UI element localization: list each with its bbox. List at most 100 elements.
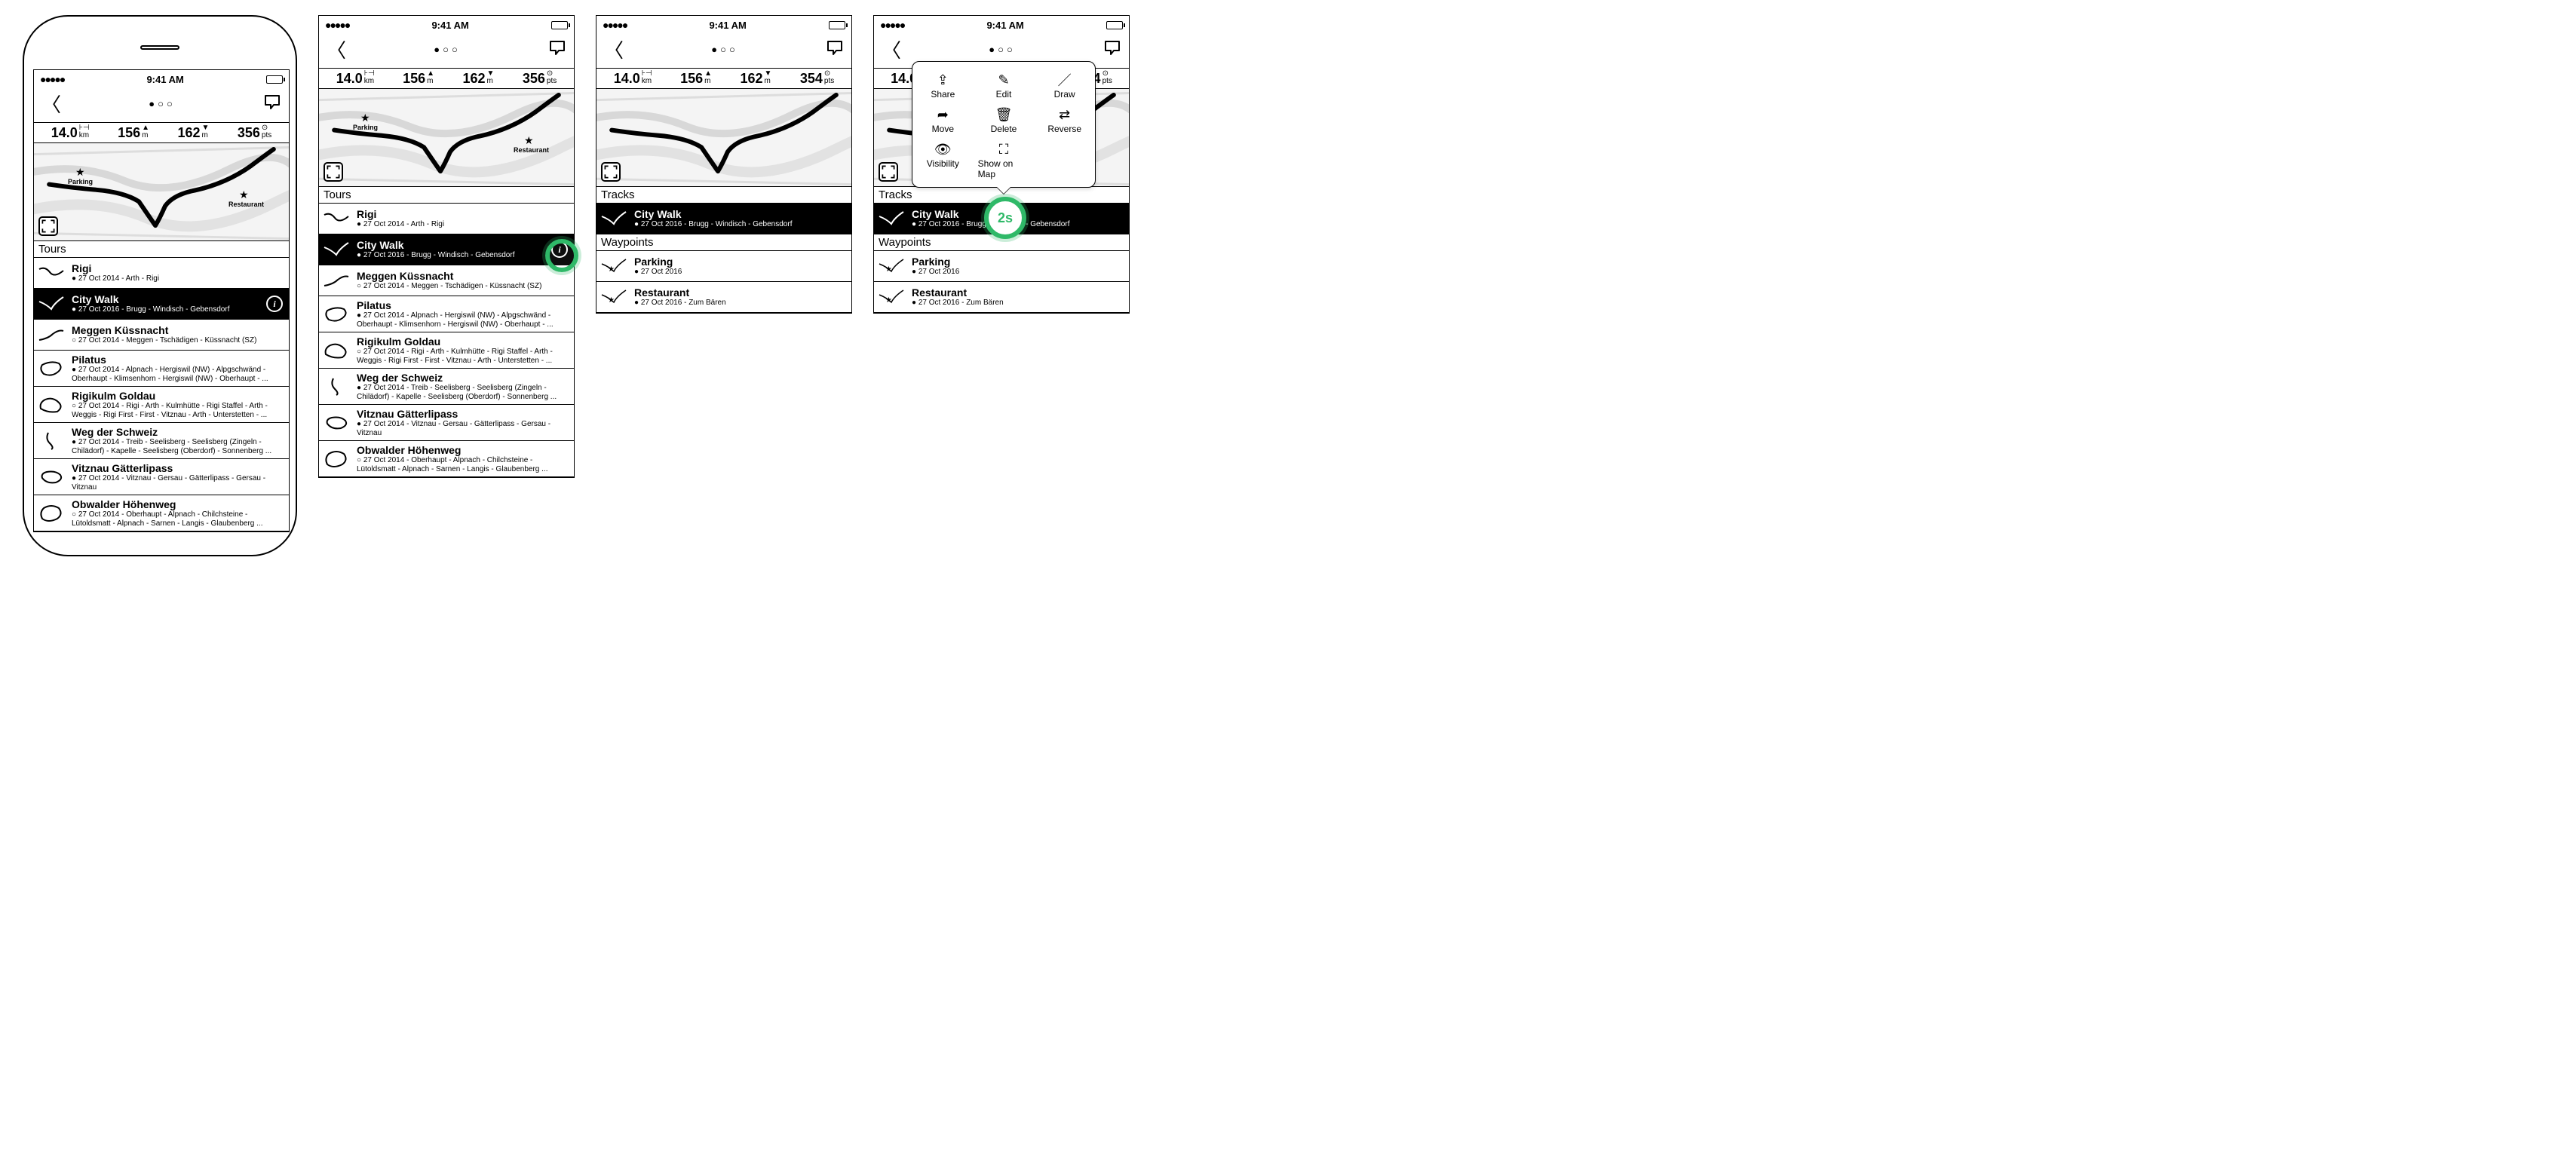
section-tours: Tours (34, 241, 289, 258)
tour-item[interactable]: Rigi● 27 Oct 2014 - Arth - Rigi (34, 258, 289, 289)
page-indicator[interactable]: ●○○ (989, 44, 1016, 55)
track-thumb-icon (877, 207, 906, 231)
speaker-slot (140, 45, 179, 50)
tour-item[interactable]: Meggen Küssnacht○ 27 Oct 2014 - Meggen -… (319, 265, 574, 296)
expand-map-button[interactable] (879, 162, 898, 182)
tour-item[interactable]: Obwalder Höhenweg○ 27 Oct 2014 - Oberhau… (319, 441, 574, 477)
map-preview[interactable]: ★ Parking ★ Restaurant (319, 89, 574, 187)
popover-share[interactable]: ⇪Share (912, 69, 974, 103)
star-icon: ★ (524, 134, 534, 147)
tour-item[interactable]: Pilatus● 27 Oct 2014 - Alpnach - Hergisw… (34, 351, 289, 387)
tours-list: Rigi● 27 Oct 2014 - Arth - Rigi City Wal… (34, 258, 289, 531)
item-subtitle: ● 27 Oct 2016 (912, 268, 1123, 277)
track-thumb-icon (322, 207, 351, 231)
tour-item[interactable]: Pilatus● 27 Oct 2014 - Alpnach - Hergisw… (319, 296, 574, 332)
item-subtitle: ● 27 Oct 2014 - Arth - Rigi (72, 274, 283, 283)
item-title: Rigikulm Goldau (357, 335, 568, 348)
item-title: City Walk (72, 293, 260, 305)
nav-bar: 〈 ●○○ (596, 32, 851, 68)
expand-map-button[interactable] (324, 162, 343, 182)
status-bar: ●●●●● 9:41 AM (596, 16, 851, 32)
item-subtitle: ● 27 Oct 2016 - Brugg - Windisch - Geben… (72, 305, 260, 314)
item-subtitle: ● 27 Oct 2014 - Vitznau - Gersau - Gätte… (357, 420, 568, 429)
popover-reverse[interactable]: ⇄Reverse (1034, 104, 1095, 137)
back-button[interactable]: 〈 (41, 90, 61, 118)
stats-bar: 14.0⊦⊣km 156▲m 162▼m 356⊙pts (34, 122, 289, 143)
tour-item[interactable]: Rigikulm Goldau○ 27 Oct 2014 - Rigi - Ar… (34, 387, 289, 423)
tour-item[interactable]: Vitznau Gätterlipass● 27 Oct 2014 - Vitz… (319, 405, 574, 441)
share-icon: ⇪ (937, 72, 949, 87)
waypoint-item[interactable]: ★ Restaurant● 27 Oct 2016 - Zum Bären (874, 282, 1129, 313)
back-button[interactable]: 〈 (882, 35, 901, 63)
item-subtitle-2: Oberhaupt - Klimsenhorn - Hergiswil (NW)… (72, 375, 283, 384)
track-thumb-icon (322, 338, 351, 363)
tour-item[interactable]: Vitznau Gätterlipass● 27 Oct 2014 - Vitz… (34, 459, 289, 495)
tour-item-selected[interactable]: City Walk● 27 Oct 2016 - Brugg - Windisc… (319, 234, 574, 265)
section-tours: Tours (319, 187, 574, 204)
info-button[interactable]: i (551, 241, 568, 258)
chat-button[interactable] (1103, 38, 1121, 60)
track-item-selected[interactable]: City Walk● 27 Oct 2016 - Brugg - Windisc… (596, 204, 851, 234)
waypoint-item[interactable]: ★ Restaurant● 27 Oct 2016 - Zum Bären (596, 282, 851, 313)
tour-item[interactable]: Weg der Schweiz● 27 Oct 2014 - Treib - S… (34, 423, 289, 459)
back-button[interactable]: 〈 (327, 35, 346, 63)
back-button[interactable]: 〈 (604, 35, 624, 63)
page-indicator[interactable]: ●○○ (149, 98, 176, 109)
map-label-restaurant: Restaurant (228, 201, 264, 208)
stat-distance: 14.0⊦⊣km (51, 124, 90, 141)
popover-move[interactable]: ➦Move (912, 104, 974, 137)
waypoint-thumb-icon: ★ (600, 254, 628, 278)
tour-item-selected[interactable]: City Walk● 27 Oct 2016 - Brugg - Windisc… (34, 289, 289, 320)
nav-bar: 〈 ●○○ (319, 32, 574, 68)
item-subtitle: ○ 27 Oct 2014 - Rigi - Arth - Kulmhütte … (357, 348, 568, 357)
tour-item[interactable]: Meggen Küssnacht○ 27 Oct 2014 - Meggen -… (34, 320, 289, 351)
reverse-icon: ⇄ (1059, 107, 1070, 122)
star-icon: ★ (75, 166, 85, 179)
expand-map-button[interactable] (38, 216, 58, 236)
item-subtitle: ● 27 Oct 2016 - Brugg - Windisch - Geben… (634, 220, 845, 229)
stat-distance: 14.0⊦⊣km (336, 70, 375, 87)
track-thumb-icon (37, 501, 66, 525)
item-subtitle: ● 27 Oct 2014 - Vitznau - Gersau - Gätte… (72, 474, 283, 483)
signal-dots: ●●●●● (40, 73, 64, 85)
tour-item[interactable]: Obwalder Höhenweg○ 27 Oct 2014 - Oberhau… (34, 495, 289, 531)
popover-edit[interactable]: ✎Edit (974, 69, 1035, 103)
item-subtitle-2: Weggis - Rigi First - First - Vitznau - … (357, 357, 568, 366)
item-title: Parking (634, 256, 845, 268)
item-title: Rigi (357, 208, 568, 220)
waypoint-item[interactable]: ★ Parking● 27 Oct 2016 (596, 251, 851, 282)
popover-draw[interactable]: ／Draw (1034, 69, 1095, 103)
tour-item[interactable]: Weg der Schweiz● 27 Oct 2014 - Treib - S… (319, 369, 574, 405)
chat-button[interactable] (826, 38, 844, 60)
item-subtitle: ● 27 Oct 2016 - Brugg - Windisch - Geben… (357, 251, 545, 260)
page-indicator[interactable]: ●○○ (711, 44, 738, 55)
item-title: Obwalder Höhenweg (357, 444, 568, 456)
waypoint-thumb-icon: ★ (877, 285, 906, 309)
expand-map-button[interactable] (601, 162, 621, 182)
item-subtitle: ● 27 Oct 2016 - Zum Bären (634, 299, 845, 308)
action-popover: ⇪Share ✎Edit ／Draw ➦Move 🗑Delete ⇄Revers… (912, 61, 1096, 188)
item-title: Rigikulm Goldau (72, 390, 283, 402)
map-preview[interactable]: ★ Parking ★ Restaurant (34, 143, 289, 241)
popover-delete[interactable]: 🗑Delete (974, 104, 1035, 137)
popover-visibility[interactable]: 👁Visibility (912, 139, 974, 182)
info-button[interactable]: i (266, 296, 283, 312)
map-preview[interactable] (596, 89, 851, 187)
track-thumb-icon (322, 447, 351, 471)
item-subtitle: ○ 27 Oct 2014 - Meggen - Tschädigen - Kü… (72, 336, 283, 345)
item-title: Pilatus (72, 354, 283, 366)
chat-button[interactable] (263, 93, 281, 115)
chat-button[interactable] (548, 38, 566, 60)
battery-icon (829, 21, 845, 29)
item-title: Weg der Schweiz (72, 426, 283, 438)
clock: 9:41 AM (709, 20, 746, 31)
star-icon: ★ (360, 112, 370, 124)
map-label-parking: Parking (68, 178, 93, 185)
popover-show-on-map[interactable]: ⛶Show on Map (974, 139, 1035, 182)
stat-distance: 14.0⊦⊣km (614, 70, 652, 87)
tour-item[interactable]: Rigikulm Goldau○ 27 Oct 2014 - Rigi - Ar… (319, 332, 574, 369)
waypoint-item[interactable]: ★ Parking● 27 Oct 2016 (874, 251, 1129, 282)
page-indicator[interactable]: ●○○ (434, 44, 461, 55)
item-subtitle-2: Weggis - Rigi First - First - Vitznau - … (72, 411, 283, 420)
tour-item[interactable]: Rigi● 27 Oct 2014 - Arth - Rigi (319, 204, 574, 234)
